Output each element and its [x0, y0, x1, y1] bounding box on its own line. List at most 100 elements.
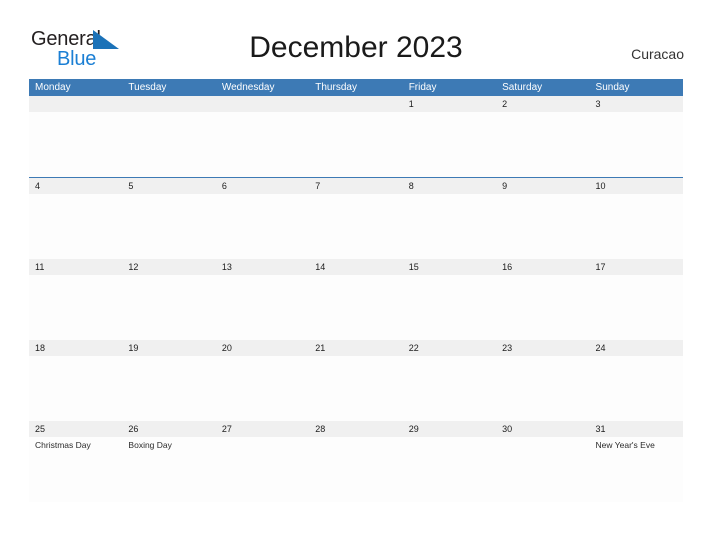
calendar-page: General Blue December 2023 Curacao Monda… — [0, 0, 712, 550]
day-body — [122, 112, 216, 177]
day-number: 18 — [35, 343, 46, 353]
day-cell[interactable]: 31 New Year's Eve — [589, 421, 683, 502]
day-cell[interactable]: 15 — [402, 259, 497, 340]
day-strip: 13 — [215, 259, 310, 275]
weekday-header-thursday: Thursday — [315, 82, 357, 93]
day-number: 20 — [221, 343, 232, 353]
day-cell[interactable]: 7 — [309, 178, 403, 259]
day-cell[interactable]: 24 — [589, 340, 683, 421]
day-number: 2 — [502, 99, 508, 109]
day-number: 17 — [595, 262, 606, 272]
day-cell[interactable]: 20 — [215, 340, 310, 421]
day-number: 30 — [502, 424, 513, 434]
day-cell[interactable]: 8 — [402, 178, 497, 259]
day-body: New Year's Eve — [589, 437, 683, 502]
day-body — [589, 112, 683, 177]
day-cell[interactable]: 18 — [29, 340, 123, 421]
day-strip: 1 — [402, 96, 497, 112]
location-label: Curacao — [631, 46, 684, 62]
day-strip: 28 — [309, 421, 403, 437]
day-number: 11 — [35, 262, 45, 272]
day-cell[interactable] — [215, 96, 310, 177]
day-strip: 14 — [309, 259, 403, 275]
day-cell[interactable]: 22 — [402, 340, 497, 421]
day-strip: 17 — [589, 259, 683, 275]
day-body — [309, 112, 403, 177]
day-strip: 9 — [496, 178, 590, 194]
day-number: 22 — [408, 343, 419, 353]
day-body — [402, 275, 497, 340]
day-cell[interactable]: 3 — [589, 96, 683, 177]
day-strip: 21 — [309, 340, 403, 356]
week-row: 1 2 3 — [29, 96, 683, 177]
day-cell[interactable]: 29 — [402, 421, 497, 502]
day-body — [496, 275, 590, 340]
day-cell[interactable]: 28 — [309, 421, 403, 502]
day-cell[interactable]: 1 — [402, 96, 497, 177]
day-strip: 31 — [589, 421, 683, 437]
day-number: 6 — [221, 181, 227, 191]
day-cell[interactable] — [122, 96, 216, 177]
day-cell[interactable]: 2 — [496, 96, 590, 177]
day-strip: 12 — [122, 259, 216, 275]
day-body — [496, 356, 590, 421]
weekday-header-row: Monday Tuesday Wednesday Thursday Friday… — [29, 79, 683, 96]
day-number: 7 — [315, 181, 321, 191]
day-body — [309, 356, 403, 421]
week-row: 11 12 13 14 15 16 17 — [29, 258, 683, 340]
day-body — [122, 194, 216, 259]
day-number: 5 — [128, 181, 134, 191]
day-number: 10 — [595, 181, 606, 191]
day-body — [402, 437, 497, 502]
day-body — [29, 275, 123, 340]
day-strip — [215, 96, 310, 112]
day-cell[interactable]: 14 — [309, 259, 403, 340]
page-title: December 2023 — [249, 31, 463, 64]
day-number: 23 — [502, 343, 513, 353]
day-cell[interactable]: 30 — [496, 421, 590, 502]
day-body — [215, 112, 310, 177]
day-cell[interactable]: 25 Christmas Day — [29, 421, 123, 502]
day-cell[interactable]: 9 — [496, 178, 590, 259]
day-cell[interactable] — [29, 96, 123, 177]
day-cell[interactable]: 23 — [496, 340, 590, 421]
day-cell[interactable]: 27 — [215, 421, 310, 502]
day-number: 19 — [128, 343, 139, 353]
day-cell[interactable]: 10 — [589, 178, 683, 259]
day-body — [309, 437, 403, 502]
day-number: 28 — [315, 424, 326, 434]
day-strip: 15 — [402, 259, 497, 275]
day-cell[interactable]: 6 — [215, 178, 310, 259]
day-strip: 25 — [29, 421, 123, 437]
day-cell[interactable]: 26 Boxing Day — [122, 421, 216, 502]
day-cell[interactable]: 5 — [122, 178, 216, 259]
day-cell[interactable]: 11 — [29, 259, 123, 340]
weekday-header-monday: Monday — [35, 82, 71, 93]
day-strip: 3 — [589, 96, 683, 112]
day-number: 29 — [408, 424, 419, 434]
day-strip: 4 — [29, 178, 123, 194]
day-number: 3 — [595, 99, 601, 109]
day-cell[interactable]: 16 — [496, 259, 590, 340]
page-header: General Blue December 2023 Curacao — [0, 0, 712, 78]
day-cell[interactable]: 13 — [215, 259, 310, 340]
day-cell[interactable] — [309, 96, 403, 177]
day-cell[interactable]: 21 — [309, 340, 403, 421]
day-strip: 8 — [402, 178, 497, 194]
day-cell[interactable]: 12 — [122, 259, 216, 340]
day-strip: 26 — [122, 421, 216, 437]
calendar-grid: Monday Tuesday Wednesday Thursday Friday… — [29, 79, 683, 502]
day-cell[interactable]: 4 — [29, 178, 123, 259]
day-number: 31 — [595, 424, 606, 434]
day-body — [589, 275, 683, 340]
day-cell[interactable]: 19 — [122, 340, 216, 421]
day-strip: 2 — [496, 96, 590, 112]
day-body — [589, 356, 683, 421]
day-strip: 23 — [496, 340, 590, 356]
day-cell[interactable]: 17 — [589, 259, 683, 340]
day-body — [496, 194, 590, 259]
day-body — [496, 112, 590, 177]
weekday-header-tuesday: Tuesday — [128, 82, 167, 93]
day-strip — [309, 96, 403, 112]
day-body — [309, 194, 403, 259]
